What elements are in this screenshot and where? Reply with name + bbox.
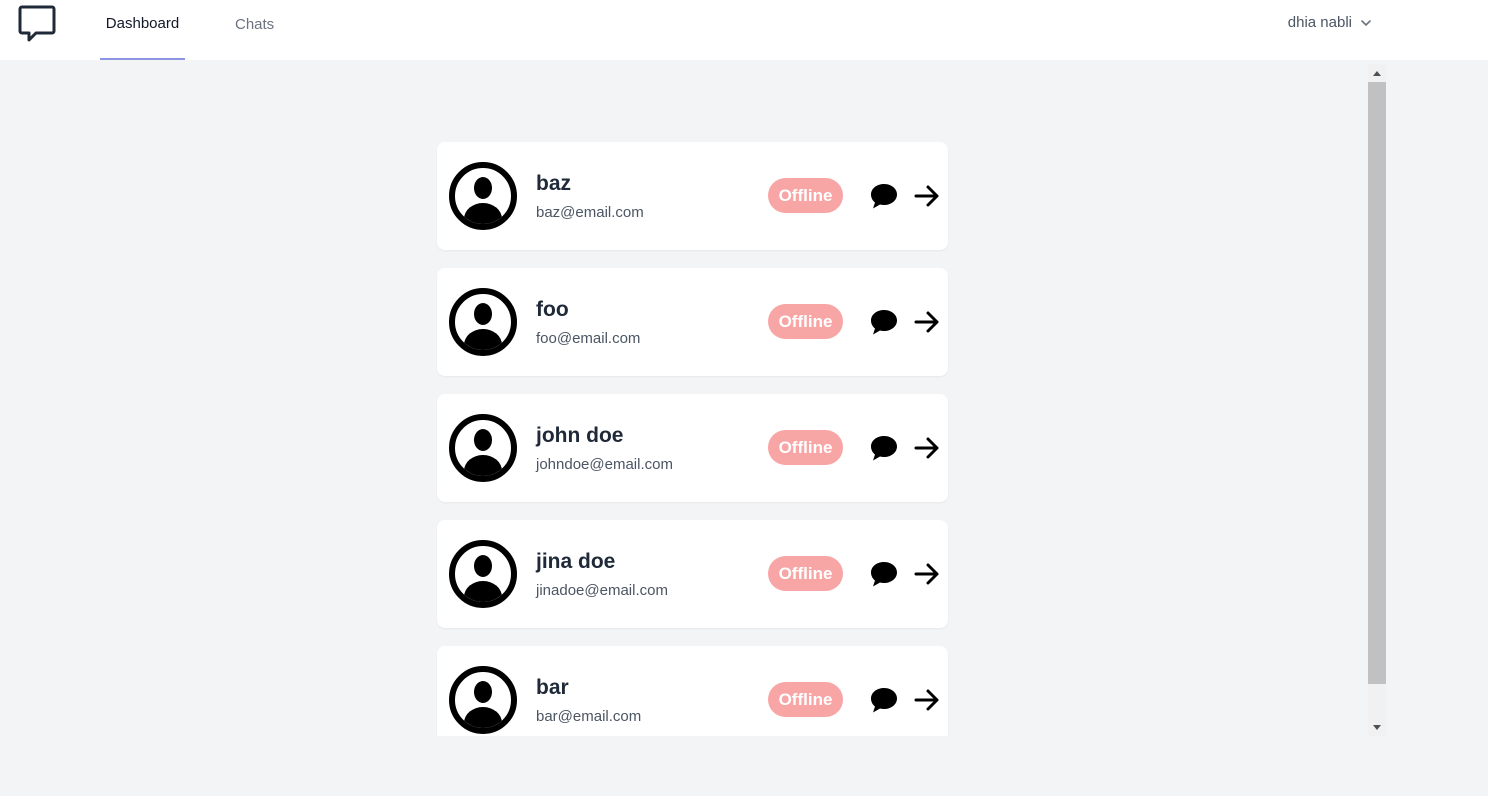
- message-icon[interactable]: [868, 306, 900, 338]
- status-badge: Offline: [768, 556, 843, 591]
- user-avatar-icon: [449, 666, 517, 734]
- user-email: foo@email.com: [536, 330, 641, 347]
- arrow-right-icon[interactable]: [913, 434, 941, 462]
- scroll-thumb[interactable]: [1368, 82, 1386, 684]
- user-avatar-icon: [449, 414, 517, 482]
- user-name: john doe: [536, 424, 624, 447]
- user-list-scroll-area[interactable]: baz baz@email.com Offline foo foo@email.…: [0, 60, 1386, 736]
- user-card: jina doe jinadoe@email.com Offline: [437, 520, 948, 628]
- top-navbar: Dashboard Chats dhia nabli: [0, 0, 1488, 60]
- chevron-down-icon: [1361, 19, 1371, 26]
- scroll-up-arrow[interactable]: [1368, 64, 1386, 81]
- scroll-down-arrow[interactable]: [1368, 719, 1386, 736]
- user-card: bar bar@email.com Offline: [437, 646, 948, 736]
- user-name: foo: [536, 298, 569, 321]
- user-avatar-icon: [449, 162, 517, 230]
- status-badge: Offline: [768, 682, 843, 717]
- arrow-right-icon[interactable]: [913, 308, 941, 336]
- scrollbar[interactable]: [1368, 64, 1386, 736]
- status-badge: Offline: [768, 304, 843, 339]
- arrow-right-icon[interactable]: [913, 182, 941, 210]
- tab-chats-label: Chats: [235, 15, 275, 33]
- user-name: bar: [536, 676, 569, 699]
- user-email: jinadoe@email.com: [536, 582, 668, 599]
- user-card: foo foo@email.com Offline: [437, 268, 948, 376]
- tab-dashboard[interactable]: Dashboard: [100, 0, 185, 60]
- user-card: john doe johndoe@email.com Offline: [437, 394, 948, 502]
- chat-bubble-icon[interactable]: [18, 4, 56, 42]
- status-badge: Offline: [768, 178, 843, 213]
- user-email: johndoe@email.com: [536, 456, 673, 473]
- user-menu[interactable]: dhia nabli: [1288, 14, 1372, 31]
- message-icon[interactable]: [868, 432, 900, 464]
- message-icon[interactable]: [868, 558, 900, 590]
- user-avatar-icon: [449, 288, 517, 356]
- user-email: bar@email.com: [536, 708, 642, 725]
- user-menu-name: dhia nabli: [1287, 14, 1352, 31]
- tab-dashboard-label: Dashboard: [105, 14, 180, 32]
- user-name: baz: [536, 172, 572, 195]
- message-icon[interactable]: [868, 684, 900, 716]
- status-badge: Offline: [768, 430, 843, 465]
- message-icon[interactable]: [868, 180, 900, 212]
- user-avatar-icon: [449, 540, 517, 608]
- arrow-right-icon[interactable]: [913, 560, 941, 588]
- arrow-right-icon[interactable]: [913, 686, 941, 714]
- user-name: jina doe: [536, 550, 616, 573]
- user-list: baz baz@email.com Offline foo foo@email.…: [437, 142, 948, 736]
- user-card: baz baz@email.com Offline: [437, 142, 948, 250]
- user-email: baz@email.com: [536, 204, 644, 221]
- tab-chats[interactable]: Chats: [231, 0, 278, 60]
